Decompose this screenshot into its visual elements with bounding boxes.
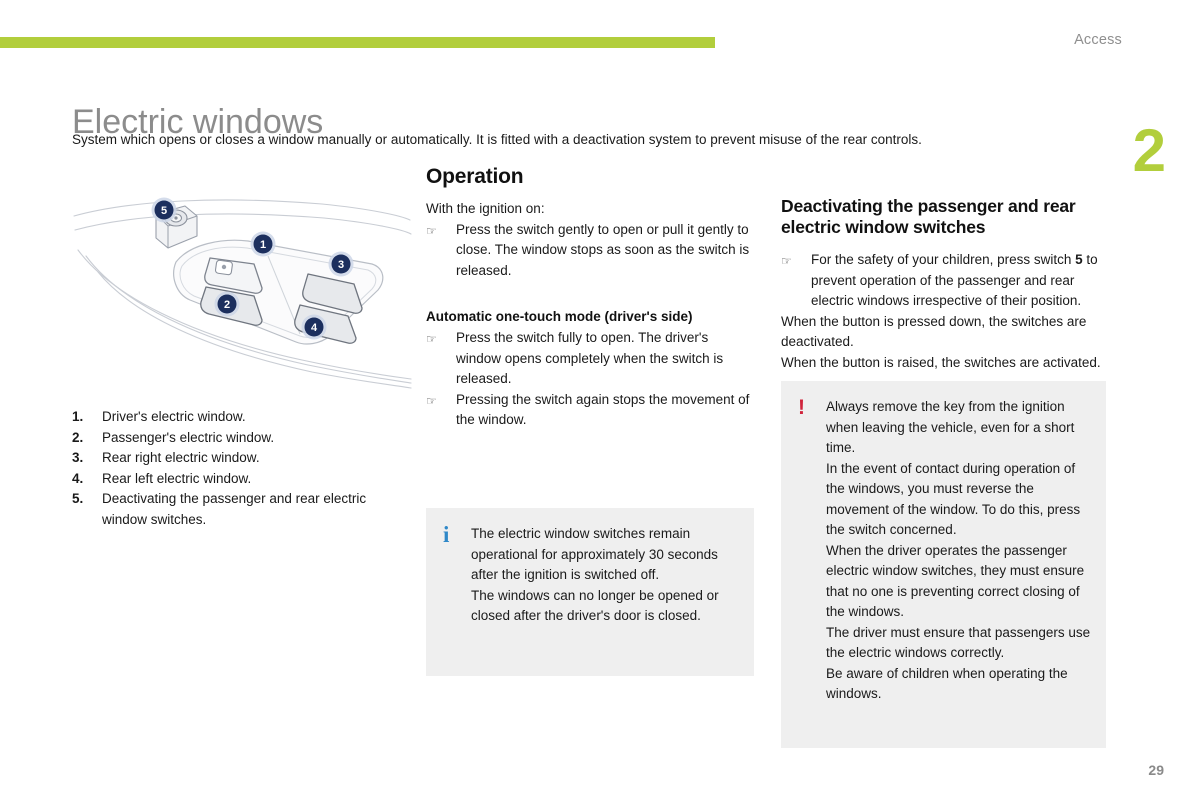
auto-mode-bullet: ☞ Pressing the switch again stops the mo… [426, 390, 756, 431]
callout-badge-5: 5 [151, 197, 177, 223]
operation-bullet-text: Press the switch gently to open or pull … [456, 221, 750, 278]
list-item: 3. Rear right electric window. [72, 448, 412, 469]
callout-badge-1: 1 [250, 231, 276, 257]
list-item: 5. Deactivating the passenger and rear e… [72, 489, 412, 530]
header-accent-bar [0, 37, 715, 48]
auto-mode-bullet-text: Press the switch fully to open. The driv… [456, 330, 724, 386]
deactivating-bullet-text: For the safety of your children, press s… [811, 250, 1109, 312]
info-paragraph: The electric window switches remain oper… [471, 526, 718, 582]
deactivating-line: When the button is pressed down, the swi… [781, 313, 1087, 350]
pointing-hand-icon: ☞ [781, 254, 792, 268]
deactivating-column: Deactivating the passenger and rear elec… [781, 196, 1109, 373]
list-item: 1. Driver's electric window. [72, 407, 412, 428]
pointing-hand-icon: ☞ [426, 332, 437, 346]
warning-icon-wrap: ! [795, 397, 826, 726]
svg-text:1: 1 [260, 239, 266, 251]
switch-number-ref: 5 [1075, 252, 1083, 267]
auto-mode-bullet: ☞ Press the switch fully to open. The dr… [426, 328, 756, 390]
legend-text: Driver's electric window. [102, 409, 246, 424]
page-subtitle: System which opens or closes a window ma… [72, 131, 922, 147]
section-label: Access [1074, 32, 1122, 48]
chapter-number: 2 [1132, 117, 1166, 184]
info-icon-wrap: i [440, 522, 471, 654]
operation-heading: Operation [426, 165, 524, 188]
legend-text: Passenger's electric window. [102, 429, 275, 445]
operation-bullet: ☞ Press the switch gently to open or pul… [426, 220, 756, 282]
deactivating-line: When the button is raised, the switches … [781, 354, 1101, 370]
list-item: 2. Passenger's electric window. [72, 428, 412, 449]
svg-text:2: 2 [224, 299, 230, 311]
warning-icon: ! [798, 396, 805, 419]
auto-mode-heading: Automatic one-touch mode (driver's side) [426, 309, 693, 324]
deactivating-bullet: ☞ For the safety of your children, press… [781, 250, 1109, 312]
operation-column: Operation With the ignition on: ☞ Press … [426, 165, 756, 431]
info-paragraph: The windows can no longer be opened or c… [471, 587, 719, 624]
legend-number: 3. [72, 450, 84, 465]
svg-text:3: 3 [338, 259, 344, 271]
pointing-hand-icon: ☞ [426, 223, 437, 238]
legend-list: 1. Driver's electric window. 2. Passenge… [72, 407, 412, 530]
callout-badge-2: 2 [214, 291, 240, 317]
legend-text: Deactivating the passenger and rear elec… [102, 491, 367, 527]
callout-badge-4: 4 [301, 314, 327, 340]
warning-callout-box: ! Always remove the key from the ignitio… [781, 381, 1106, 748]
left-column: 5 1 3 2 4 1. Driver's electric window. 2… [72, 186, 412, 530]
pointing-hand-icon: ☞ [426, 393, 437, 408]
warning-paragraph: In the event of contact during operation… [826, 460, 1081, 538]
legend-text: Rear left electric window. [102, 470, 252, 486]
bullet-prefix: For the safety of your children, press s… [811, 252, 1076, 267]
warning-callout-text: Always remove the key from the ignition … [826, 397, 1092, 726]
svg-text:5: 5 [161, 205, 167, 217]
callout-badge-3: 3 [328, 251, 354, 277]
legend-number: 5. [72, 491, 84, 506]
warning-paragraph: Always remove the key from the ignition … [826, 399, 1075, 455]
legend-number: 4. [72, 470, 84, 486]
list-item: 4. Rear left electric window. [72, 469, 412, 490]
legend-number: 2. [72, 429, 84, 445]
door-panel-illustration: 5 1 3 2 4 [72, 186, 412, 391]
svg-text:4: 4 [311, 322, 318, 334]
legend-number: 1. [72, 409, 84, 424]
deactivating-heading: Deactivating the passenger and rear elec… [781, 196, 1076, 237]
info-icon: i [443, 522, 450, 547]
info-callout-text: The electric window switches remain oper… [471, 524, 740, 654]
operation-intro: With the ignition on: [426, 201, 545, 216]
legend-text: Rear right electric window. [102, 450, 260, 465]
info-callout-box: i The electric window switches remain op… [426, 508, 754, 676]
warning-paragraph: The driver must ensure that passengers u… [826, 624, 1091, 661]
page-number: 29 [1148, 762, 1164, 778]
auto-mode-bullet-text: Pressing the switch again stops the move… [456, 391, 750, 428]
warning-paragraph: When the driver operates the passenger e… [826, 542, 1085, 620]
warning-paragraph: Be aware of children when operating the … [826, 665, 1068, 702]
